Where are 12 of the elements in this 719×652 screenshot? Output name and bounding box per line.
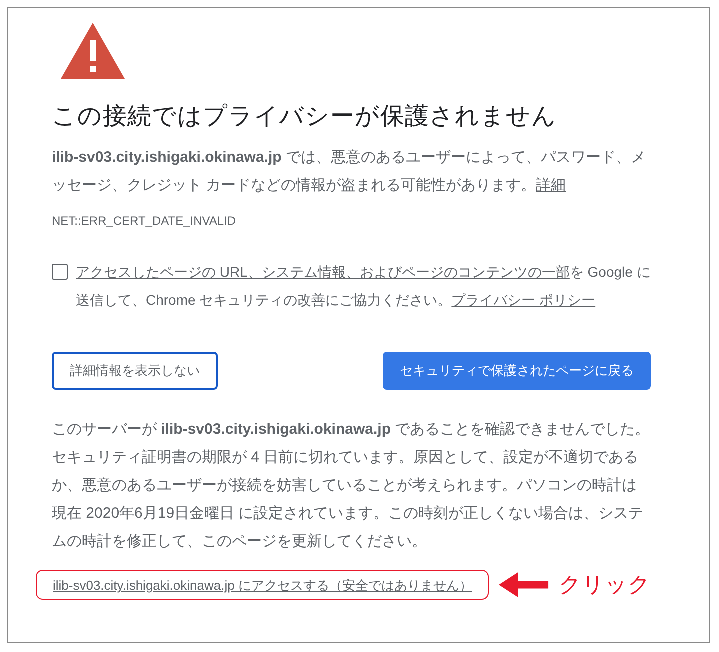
report-link[interactable]: アクセスしたページの URL、システム情報、およびページのコンテンツの一部: [76, 264, 570, 280]
report-text: アクセスしたページの URL、システム情報、およびページのコンテンツの一部を Google に送信して、Chrome セキュリティの改善にご協力ください。プライバシー ポリシー: [76, 263, 651, 310]
hide-details-button[interactable]: 詳細情報を表示しない: [52, 352, 218, 390]
error-code: NET::ERR_CERT_DATE_INVALID: [52, 214, 236, 228]
back-button[interactable]: セキュリティで保護されたページに戻る: [383, 352, 651, 390]
warning-text: ilib-sv03.city.ishigaki.okinawa.jp では、悪意のあるユーザーによって、パスワード、メッセージ、クレジット カードなどの情報が盗まれる可能性があります。詳細: [52, 148, 647, 196]
page-title: この接続ではプライバシーが保護されません: [52, 102, 558, 132]
details-link[interactable]: 詳細: [536, 177, 566, 194]
proceed-link[interactable]: ilib-sv03.city.ishigaki.okinawa.jp にアクセスする（安全ではありません）: [53, 578, 472, 593]
click-note: クリック: [559, 571, 651, 599]
privacy-policy-link[interactable]: プライバシー ポリシー: [452, 292, 596, 308]
details-text: このサーバーが ilib-sv03.city.ishigaki.okinawa.jp であることを確認できませんでした。セキュリティ証明書の期限が 4 日前に切れています。原因として、設定が不適切であるか、悪意のあるユーザーが接続を妨害していることが考えられます。パソコンの時計は現在 2020年6月19日金曜日 に設定されています。この時刻が正しくない場合は、システムの時計を修正して、このページを更新してください。: [52, 420, 651, 552]
